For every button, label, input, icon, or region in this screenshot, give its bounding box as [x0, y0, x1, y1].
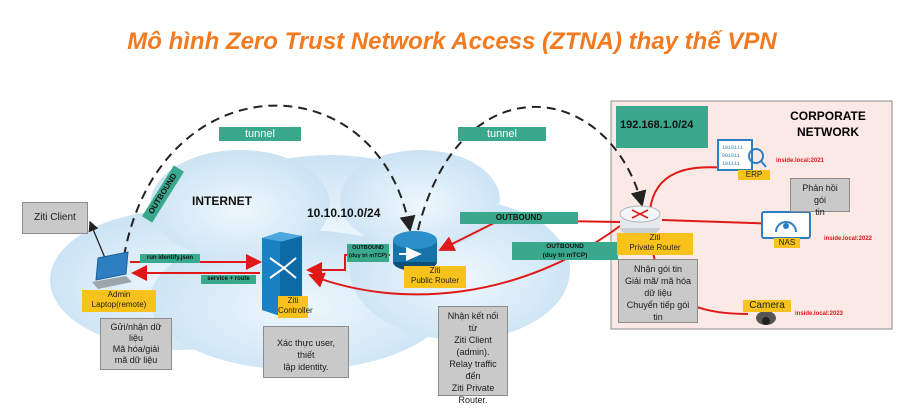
private-router-icon — [619, 205, 661, 236]
nas-address: inside.local:2022 — [824, 236, 873, 242]
private-router-outbound-label: OUTBOUND (duy trì mTCP) — [512, 242, 618, 260]
internet-label: INTERNET — [192, 194, 252, 208]
camera-label: Camera — [743, 300, 791, 312]
tunnel-label-right: tunnel — [458, 127, 546, 141]
svg-text:001011: 001011 — [722, 153, 740, 159]
svg-text:101111: 101111 — [722, 161, 740, 167]
outbound-bar: OUTBOUND — [460, 212, 578, 224]
tunnel-label-left: tunnel — [219, 127, 301, 141]
public-router-icon — [393, 231, 437, 271]
svg-text:1010111: 1010111 — [722, 145, 743, 151]
camera-address: inside.local:2023 — [795, 311, 844, 317]
public-router-label: Ziti Public Router — [404, 266, 466, 288]
page-title: Mô hình Zero Trust Network Access (ZTNA)… — [127, 28, 777, 55]
admin-laptop-label: Admin Laptop(remote) — [82, 290, 156, 312]
public-router-note: Nhận kết nối từ Ziti Client (admin). Rel… — [438, 306, 508, 405]
admin-note: Gửi/nhận dữ liệu Mã hóa/giải mã dữ liệu — [100, 318, 172, 370]
public-router-outbound-label: OUTBOUND (duy trì mTCP) — [347, 244, 389, 262]
nas-icon — [761, 211, 811, 239]
erp-label: ERP — [738, 170, 770, 180]
private-router-note: Nhận gói tin Giải mã/ mã hóa dữ liệu Chu… — [618, 259, 698, 323]
nas-response-note: Phản hồi gói tin — [790, 178, 850, 217]
service-route-label: service + route — [201, 275, 256, 284]
controller-label: Ziti Controller — [278, 296, 313, 318]
ziti-client-box: Ziti Client — [22, 202, 88, 234]
controller-note: Xác thực user, thiết lập identity. — [263, 326, 349, 378]
private-router-label: Ziti Private Router — [617, 233, 693, 255]
corporate-subnet: 192.168.1.0/24 — [620, 119, 694, 131]
run-identity-label: run identify.json — [140, 254, 200, 263]
corporate-network-title: CORPORATE NETWORK — [790, 109, 866, 139]
public-subnet: 10.10.10.0/24 — [307, 206, 381, 220]
nas-label: NAS — [774, 238, 800, 248]
erp-address: inside.local:2021 — [776, 158, 825, 164]
